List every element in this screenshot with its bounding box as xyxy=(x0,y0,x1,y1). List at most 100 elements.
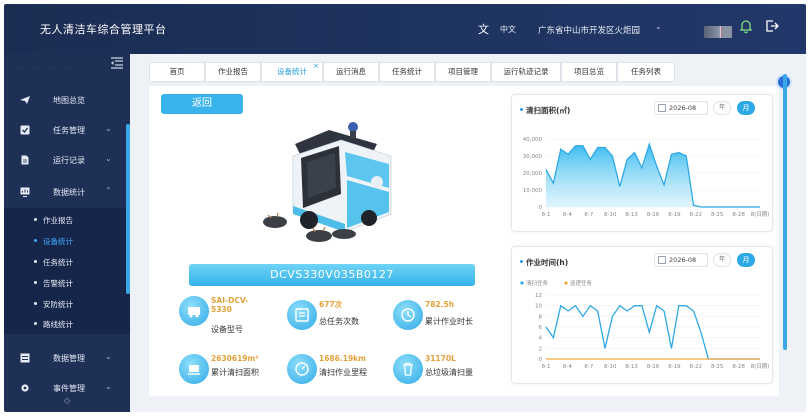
sidebar-item-map-overview[interactable]: 地图总览 xyxy=(4,86,130,114)
region-selector[interactable]: 广东省中山市开发区火炬园 xyxy=(538,24,640,36)
sidebar-item-label: 任务管理 xyxy=(53,126,85,135)
x-tick-label: 8-28 xyxy=(732,212,745,218)
series-line xyxy=(545,304,760,360)
sidebar-submenu: 作业报告 设备统计 任务统计 告警统计 安防统计 路线统计 xyxy=(4,208,130,334)
x-tick-label: 8-1 xyxy=(542,364,551,370)
tab-device-statistics[interactable]: 设备统计 × xyxy=(261,62,323,82)
trash-icon xyxy=(393,354,423,384)
chevron-down-icon: ⌄ xyxy=(105,124,112,133)
y-tick-label: 40,000 xyxy=(523,137,543,143)
bell-icon[interactable] xyxy=(738,18,754,34)
list-icon xyxy=(287,300,317,330)
chevron-down-small-icon[interactable]: ◇ xyxy=(64,396,70,405)
page-scrollbar[interactable] xyxy=(783,74,787,350)
x-tick-label: 8-4 xyxy=(563,212,572,218)
monitor-chart-icon xyxy=(20,187,30,197)
bullet-icon xyxy=(34,239,37,242)
x-tick-label: 8-13 xyxy=(625,364,638,370)
tab-project-management[interactable]: 项目管理 xyxy=(435,62,491,82)
legend-marker xyxy=(564,281,568,285)
sidebar-item-run-records[interactable]: 运行记录 ⌄ xyxy=(4,146,130,174)
stat-total-duration: 782.5h 累计作业时长 xyxy=(393,298,503,338)
sidebar-subitem-task-statistics[interactable]: 任务统计 xyxy=(4,252,130,272)
sidebar-subitem-work-report[interactable]: 作业报告 xyxy=(4,210,130,230)
stat-total-area: 2630619m² 累计清扫面积 xyxy=(179,352,289,392)
tab-label: 设备统计 xyxy=(277,67,307,76)
tab-run-messages[interactable]: 运行消息 xyxy=(323,62,379,82)
menu-collapse-icon[interactable] xyxy=(110,57,124,69)
sidebar-header: · · · · xyxy=(4,54,130,78)
stat-value: 782.5h xyxy=(425,300,455,309)
chevron-down-icon: ⌄ xyxy=(105,382,112,391)
sidebar-subitem-device-statistics[interactable]: 设备统计 xyxy=(4,231,130,251)
avatar[interactable] xyxy=(704,26,732,38)
month-picker-value: 2026-08 xyxy=(669,256,697,264)
stat-value: 1686.19km xyxy=(319,354,366,363)
sidebar-item-label: 数据管理 xyxy=(53,354,85,363)
x-tick-label: 8-7 xyxy=(584,364,593,370)
sidebar: · · · · 地图总览 任务管理 ⌄ 运行记录 ⌄ 数据统计 ⌃ 作业报告 设… xyxy=(4,54,130,412)
month-picker-value: 2026-08 xyxy=(669,104,697,112)
legend-label: 巡逻任务 xyxy=(570,279,593,287)
app-window: 无人清洁车综合管理平台 文 中文 广东省中山市开发区火炬园 ⌄ · · · · … xyxy=(4,4,806,412)
tab-label: 任务列表 xyxy=(631,67,661,76)
chevron-down-icon[interactable]: ⌄ xyxy=(655,22,662,31)
bullet-icon xyxy=(34,218,37,221)
month-picker[interactable]: 2026-08 xyxy=(654,253,708,267)
y-tick-label: 6 xyxy=(539,325,543,331)
month-picker[interactable]: 2026-08 xyxy=(654,101,708,115)
sidebar-subitem-label: 路线统计 xyxy=(43,320,73,329)
stat-label: 清扫作业里程 xyxy=(319,368,367,377)
translate-icon[interactable]: 文 xyxy=(478,21,489,37)
vehicle-plate-label: DCVS330V035B0127 xyxy=(189,264,475,286)
x-tick-label: 8-16 xyxy=(647,364,660,370)
tab-project-overview[interactable]: 项目总览 xyxy=(561,62,617,82)
sidebar-subitem-security-statistics[interactable]: 安防统计 xyxy=(4,294,130,314)
month-toggle-button[interactable]: 月 xyxy=(737,253,755,267)
chevron-down-icon: ⌄ xyxy=(105,352,112,361)
language-label[interactable]: 中文 xyxy=(500,24,516,35)
x-tick-label: 8(日期) xyxy=(751,363,770,370)
x-tick-label: 8-25 xyxy=(711,212,724,218)
cleaning-vehicle-image xyxy=(263,122,392,242)
year-toggle-button[interactable]: 年 xyxy=(713,253,731,267)
close-icon[interactable]: × xyxy=(313,61,319,71)
sidebar-item-task-management[interactable]: 任务管理 ⌄ xyxy=(4,116,130,144)
chevron-up-icon: ⌃ xyxy=(105,186,112,195)
paper-plane-icon xyxy=(20,96,30,104)
tab-task-list[interactable]: 任务列表 xyxy=(617,62,675,82)
logout-icon[interactable] xyxy=(764,18,780,34)
sidebar-item-data-statistics[interactable]: 数据统计 ⌃ xyxy=(4,178,130,206)
bullet-icon xyxy=(520,108,523,111)
y-tick-label: 0 xyxy=(539,357,543,363)
tab-trajectory-records[interactable]: 运行轨迹记录 xyxy=(491,62,561,82)
y-tick-label: 2 xyxy=(539,346,543,352)
sidebar-scrollbar[interactable] xyxy=(126,124,130,294)
x-tick-label: 8-22 xyxy=(690,364,702,370)
sidebar-subitem-alarm-statistics[interactable]: 告警统计 xyxy=(4,273,130,293)
tab-home[interactable]: 首页 xyxy=(149,62,205,82)
tab-task-statistics[interactable]: 任务统计 xyxy=(379,62,435,82)
year-toggle-button[interactable]: 年 xyxy=(713,101,731,115)
tab-label: 项目总览 xyxy=(574,67,604,76)
y-tick-label: 20,000 xyxy=(523,171,543,177)
sidebar-subitem-label: 告警统计 xyxy=(43,279,73,288)
x-tick-label: 8-28 xyxy=(732,364,745,370)
database-icon xyxy=(20,353,30,363)
calendar-icon xyxy=(658,256,666,264)
chart-title-text: 作业时间(h) xyxy=(526,258,569,267)
top-bar: 无人清洁车综合管理平台 文 中文 广东省中山市开发区火炬园 ⌄ xyxy=(4,4,806,54)
sidebar-item-label: 事件管理 xyxy=(53,384,85,393)
back-button[interactable]: 返回 xyxy=(161,94,243,114)
sidebar-subitem-label: 作业报告 xyxy=(43,216,73,225)
x-tick-label: 8-13 xyxy=(625,212,638,218)
sidebar-item-label: 地图总览 xyxy=(53,96,85,105)
sidebar-item-label: 数据统计 xyxy=(53,188,85,197)
month-toggle-button[interactable]: 月 xyxy=(737,101,755,115)
chart-title: 清扫面积(㎡) xyxy=(520,105,570,116)
sweeper-icon xyxy=(179,354,209,384)
sidebar-item-data-management[interactable]: 数据管理 ⌄ xyxy=(4,344,130,372)
tab-work-report[interactable]: 作业报告 xyxy=(205,62,261,82)
tab-label: 任务统计 xyxy=(392,67,422,76)
sidebar-subitem-route-statistics[interactable]: 路线统计 xyxy=(4,314,130,334)
